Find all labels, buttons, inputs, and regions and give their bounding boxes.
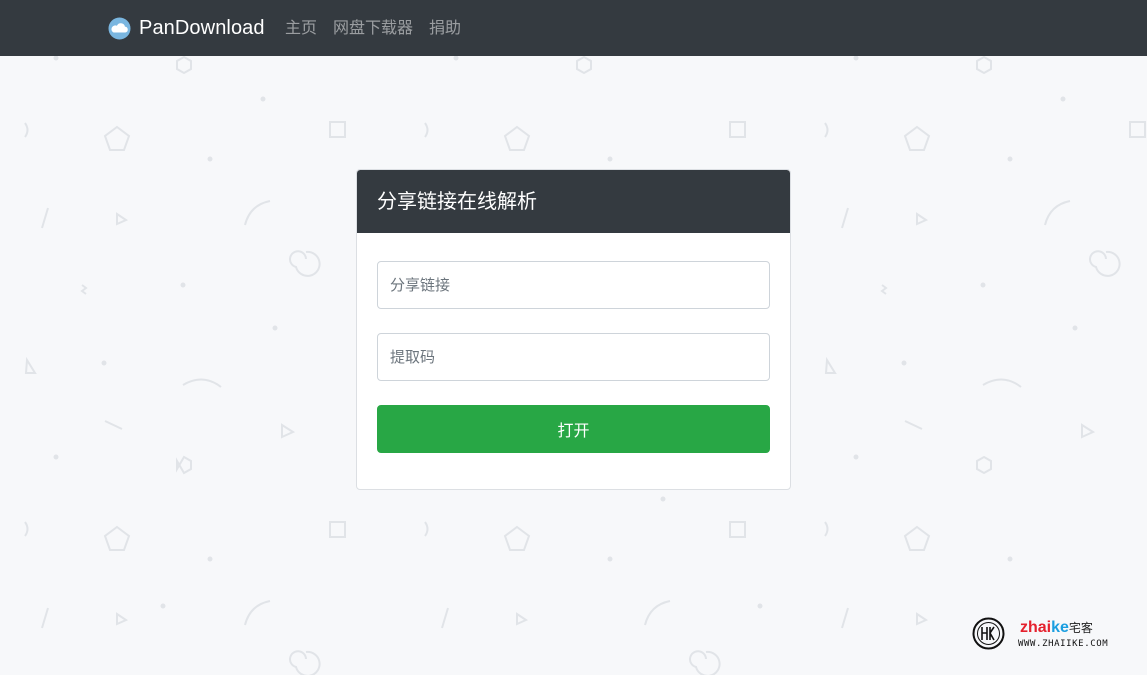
nav-link-donate[interactable]: 捐助 — [429, 17, 461, 39]
brand-name: PanDownload — [139, 17, 265, 39]
brand-link[interactable]: PanDownload — [108, 16, 265, 40]
watermark-seal-icon — [972, 617, 1005, 650]
watermark-brand-part1: zhai — [1020, 619, 1052, 636]
open-button[interactable]: 打开 — [377, 405, 770, 453]
watermark-logo: zhaike宅客 WWW.ZHAIIKE.COM — [972, 617, 1112, 653]
cloud-icon — [108, 17, 131, 40]
extract-code-input[interactable] — [377, 333, 770, 381]
nav-links: 主页 网盘下载器 捐助 — [285, 17, 477, 39]
watermark-brand: zhaike宅客 — [1020, 618, 1093, 638]
share-link-input[interactable] — [377, 261, 770, 309]
watermark-domain: WWW.ZHAIIKE.COM — [1018, 639, 1109, 649]
nav-link-home[interactable]: 主页 — [285, 17, 317, 39]
watermark-brand-part2: ke — [1051, 619, 1069, 636]
card-title: 分享链接在线解析 — [357, 170, 790, 233]
parse-form-card: 分享链接在线解析 打开 — [356, 169, 791, 490]
watermark-brand-cn: 宅客 — [1068, 621, 1093, 635]
nav-link-downloader[interactable]: 网盘下载器 — [333, 17, 413, 39]
top-navbar: PanDownload 主页 网盘下载器 捐助 — [0, 0, 1147, 56]
